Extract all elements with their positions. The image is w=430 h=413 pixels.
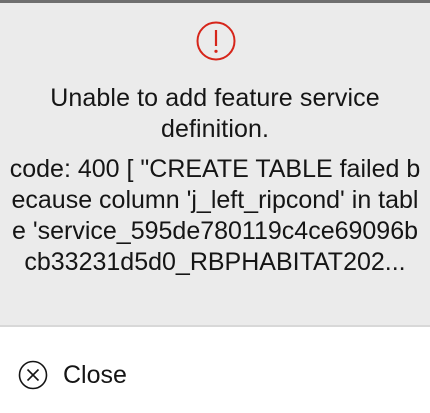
error-details: code: 400 [ "CREATE TABLE failed because… bbox=[9, 155, 421, 276]
alert-circle-icon bbox=[196, 21, 236, 61]
close-circle-icon bbox=[18, 360, 48, 390]
close-label: Close bbox=[63, 361, 127, 389]
error-dialog: Unable to add feature service definition… bbox=[0, 0, 430, 413]
error-title: Unable to add feature service definition… bbox=[50, 84, 380, 143]
close-button[interactable]: Close bbox=[18, 358, 127, 392]
alert-panel: Unable to add feature service definition… bbox=[0, 3, 430, 325]
footer-divider bbox=[0, 325, 430, 327]
